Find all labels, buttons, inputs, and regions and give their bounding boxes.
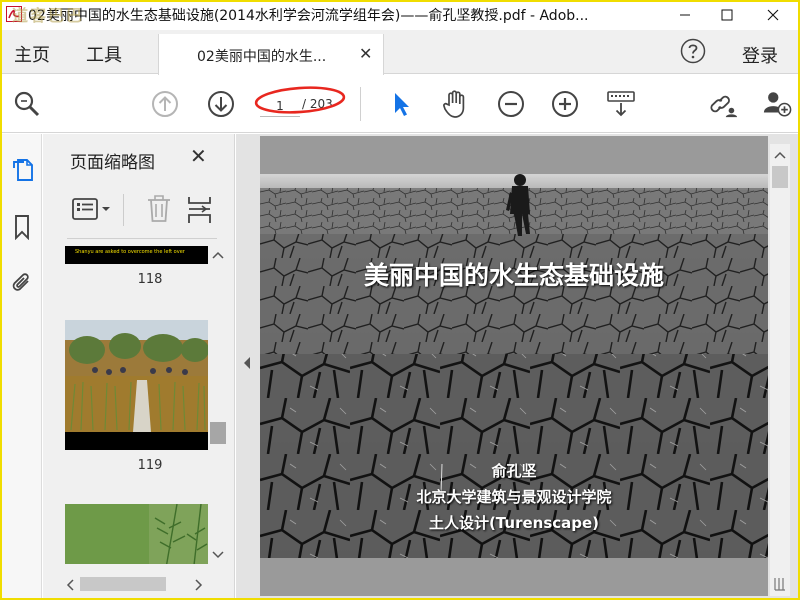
page-layout-icon[interactable] <box>773 576 787 592</box>
search-icon <box>14 91 40 117</box>
thumbnail-scroll-thumb[interactable] <box>210 422 226 444</box>
panel-close-button[interactable]: ✕ <box>190 144 207 168</box>
panel-toolbar-divider <box>123 194 124 226</box>
thumbnail-119[interactable] <box>65 320 209 450</box>
watermark-logo: 道客巴巴 <box>12 6 85 25</box>
select-tool-button[interactable] <box>386 89 416 119</box>
bookmark-icon[interactable] <box>10 214 34 240</box>
thumbnail-horizontal-scrollbar[interactable] <box>62 574 208 594</box>
panel-toolbar <box>68 192 218 228</box>
zoom-in-button[interactable] <box>550 89 580 119</box>
menu-tools[interactable]: 工具 <box>86 41 122 67</box>
add-user-icon <box>763 92 792 117</box>
slide-title: 美丽中国的水生态基础设施 <box>363 261 664 290</box>
help-icon[interactable] <box>680 38 706 64</box>
add-user-button[interactable] <box>762 89 792 119</box>
thumbnail-120[interactable] <box>65 504 209 564</box>
scroll-up-icon[interactable] <box>212 250 224 260</box>
document-tab[interactable]: 02美丽中国的水生... ✕ <box>158 34 384 75</box>
slide-affiliation: 北京大学建筑与景观设计学院 <box>416 488 612 506</box>
minimize-icon <box>680 14 690 16</box>
next-page-icon <box>208 91 234 117</box>
close-tab-button[interactable]: ✕ <box>359 44 372 63</box>
close-icon <box>767 9 779 21</box>
thumbnail-label-118: 118 <box>137 272 163 287</box>
prev-page-icon <box>152 91 178 117</box>
keyboard-scroll-button[interactable] <box>606 89 636 119</box>
thumbnail-panel: 页面缩略图 ✕ Shanyu are asked to overcome the… <box>43 134 235 598</box>
trash-icon[interactable] <box>146 194 172 224</box>
thumbnail-118[interactable]: Shanyu are asked to overcome the left ov… <box>65 246 209 264</box>
document-viewer: 美丽中国的水生态基础设施 俞孔坚 北京大学建筑与景观设计学院 土人设计(Ture… <box>236 134 798 598</box>
thumbnail-hscroll-thumb[interactable] <box>80 577 166 591</box>
toolbar: 1 / 203 <box>2 75 798 133</box>
scroll-down-icon[interactable] <box>212 550 224 560</box>
next-page-button[interactable] <box>206 89 236 119</box>
scroll-right-icon[interactable] <box>194 579 204 591</box>
slide-author: 俞孔坚 <box>491 462 537 480</box>
zoom-out-button[interactable] <box>496 89 526 119</box>
navigation-rail <box>2 134 42 598</box>
menu-home[interactable]: 主页 <box>14 41 50 67</box>
pdf-page: 美丽中国的水生态基础设施 俞孔坚 北京大学建筑与景观设计学院 土人设计(Ture… <box>260 136 768 596</box>
maximize-button[interactable] <box>704 0 750 30</box>
login-button[interactable]: 登录 <box>742 42 778 68</box>
hand-tool-button[interactable] <box>440 89 470 119</box>
hand-tool-icon <box>443 90 465 118</box>
annotation-ellipse <box>254 86 346 114</box>
share-link-button[interactable] <box>708 89 738 119</box>
thumbnail-118-caption: Shanyu are asked to overcome the left ov… <box>75 249 185 255</box>
thumbnail-options-icon[interactable] <box>72 198 112 220</box>
zoom-in-icon <box>552 91 578 117</box>
toolbar-divider <box>360 87 361 121</box>
panel-title: 页面缩略图 <box>70 153 155 173</box>
document-tab-label: 02美丽中国的水生... <box>197 49 327 65</box>
doc-scroll-up-icon[interactable] <box>774 150 786 160</box>
page-thumbnails-icon[interactable] <box>10 156 34 182</box>
menu-tab-bar: 主页 工具 02美丽中国的水生... ✕ 登录 <box>2 30 798 75</box>
window-title: 02美丽中国的水生态基础设施(2014水利学会河流学组年会)——俞孔坚教授.pd… <box>28 8 589 24</box>
thumbnail-list: Shanyu are asked to overcome the left ov… <box>45 246 231 564</box>
maximize-icon <box>721 9 733 21</box>
insert-page-icon[interactable] <box>186 195 214 225</box>
search-button[interactable] <box>12 89 42 119</box>
thumbnail-label-119: 119 <box>137 458 163 473</box>
thumbnail-vertical-scrollbar[interactable] <box>208 246 228 564</box>
attachment-icon[interactable] <box>10 270 34 296</box>
document-scroll-thumb[interactable] <box>772 166 788 188</box>
share-link-icon <box>710 95 738 118</box>
title-bar: 02美丽中国的水生态基础设施(2014水利学会河流学组年会)——俞孔坚教授.pd… <box>0 0 800 30</box>
zoom-out-icon <box>498 91 524 117</box>
prev-page-button[interactable] <box>150 89 180 119</box>
minimize-button[interactable] <box>662 0 708 30</box>
document-vertical-scrollbar[interactable] <box>770 144 790 596</box>
keyboard-scroll-icon <box>607 91 635 117</box>
select-cursor-icon <box>395 93 409 116</box>
panel-separator <box>67 238 217 239</box>
slide-firm: 土人设计(Turenscape) <box>428 514 600 532</box>
close-window-button[interactable] <box>750 0 796 30</box>
collapse-panel-icon[interactable] <box>242 356 252 370</box>
scroll-left-icon[interactable] <box>65 579 75 591</box>
